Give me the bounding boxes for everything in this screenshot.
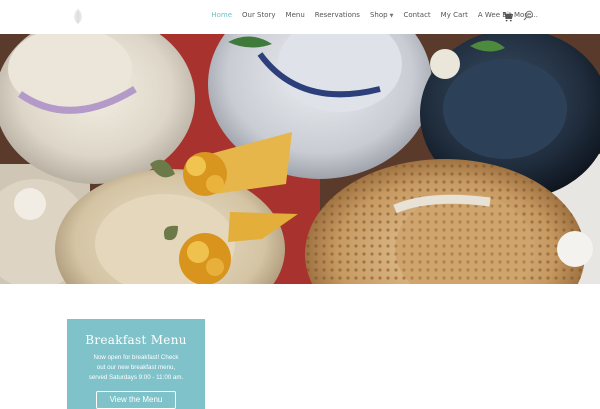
chevron-down-icon: ▼ [389, 13, 394, 19]
view-menu-button[interactable]: View the Menu [96, 391, 176, 409]
hero-image-hats [0, 34, 600, 284]
nav-shop[interactable]: Shop ▼ [370, 11, 393, 19]
nav-menu[interactable]: Menu [286, 11, 305, 19]
nav-reservations[interactable]: Reservations [315, 11, 360, 19]
cart-icon[interactable] [503, 12, 513, 22]
main-nav: Home Our Story Menu Reservations Shop ▼ C… [211, 11, 538, 19]
logo-leaf-icon[interactable] [70, 8, 86, 26]
nav-our-story[interactable]: Our Story [242, 11, 276, 19]
nav-my-cart[interactable]: My Cart [441, 11, 468, 19]
breakfast-menu-card: Breakfast Menu Now open for breakfast! C… [67, 319, 205, 409]
card-title: Breakfast Menu [85, 333, 187, 347]
nav-contact[interactable]: Contact [403, 11, 430, 19]
site-header: Home Our Story Menu Reservations Shop ▼ C… [0, 0, 600, 35]
card-text: Now open for breakfast! Check out our ne… [88, 354, 184, 381]
nav-home[interactable]: Home [211, 11, 232, 19]
hats-illustration [0, 34, 600, 284]
search-icon[interactable] [523, 10, 534, 21]
nav-shop-label: Shop [369, 11, 388, 19]
